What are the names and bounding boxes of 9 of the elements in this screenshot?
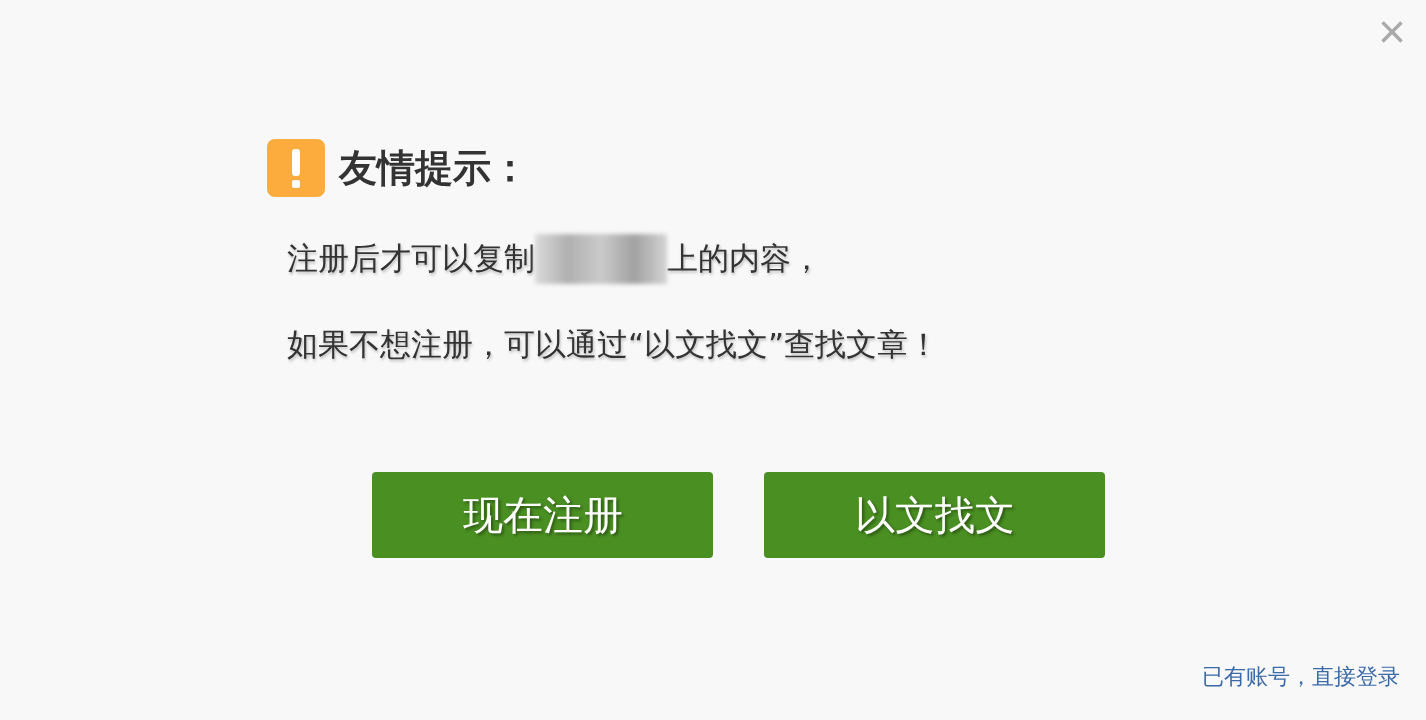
warning-icon xyxy=(267,139,325,197)
message-text: 如果不想注册，可以通过“以文找文”查找文章！ xyxy=(287,325,940,364)
dialog-title: 友情提示： xyxy=(339,144,529,192)
login-link[interactable]: 已有账号，直接登录 xyxy=(1202,662,1400,692)
action-button[interactable]: 以文找文 xyxy=(764,472,1105,558)
message-text: 注册后才可以复制 xyxy=(287,239,535,278)
close-button[interactable]: × xyxy=(1377,8,1406,56)
message-text: 上的内容， xyxy=(667,239,822,278)
action-button[interactable]: 现在注册 xyxy=(372,472,713,558)
